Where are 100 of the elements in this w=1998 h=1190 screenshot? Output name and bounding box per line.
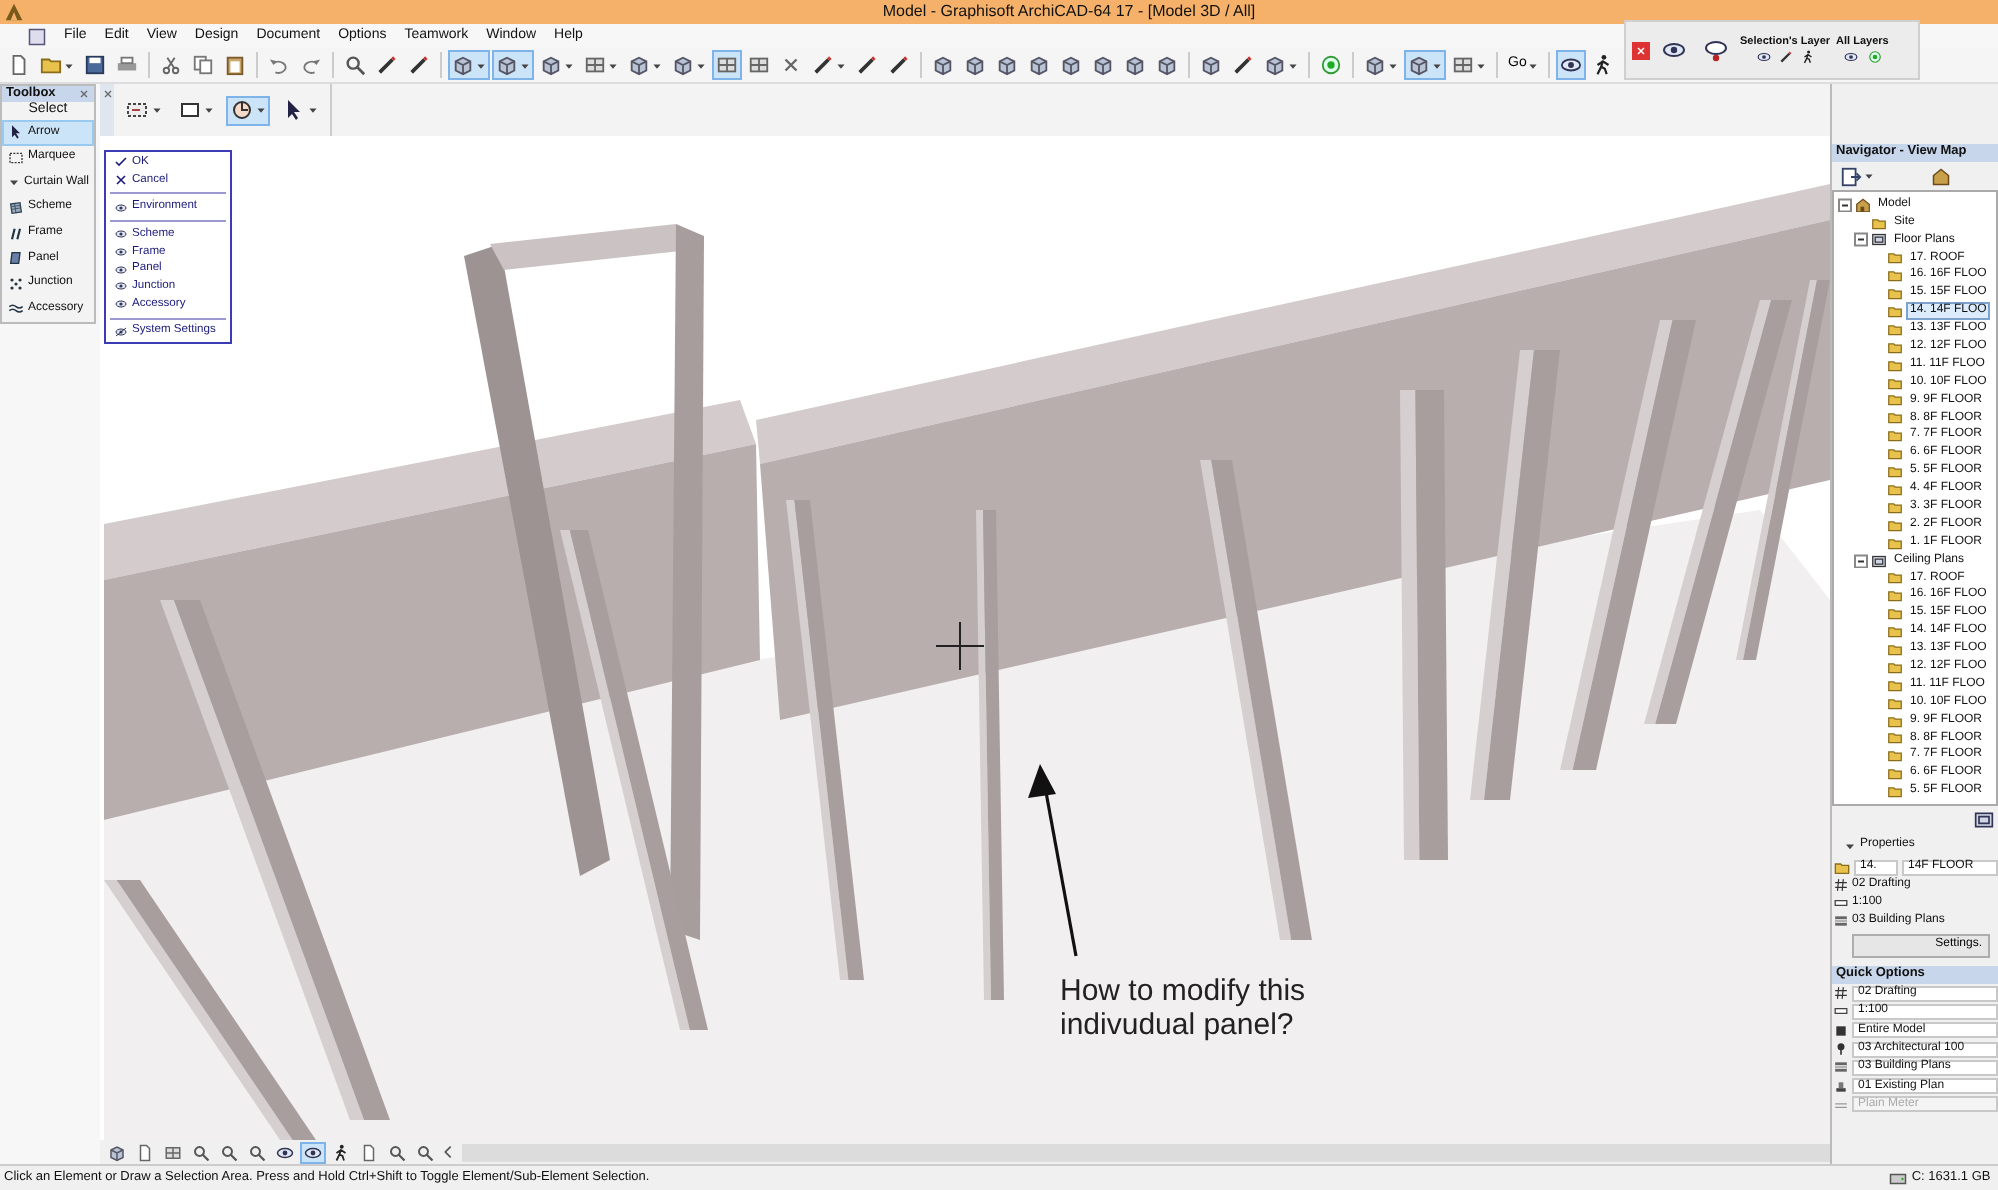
magnifier-button[interactable] [384,1141,410,1163]
pencil-icon [812,54,834,76]
walking-figure-icon [332,1143,350,1161]
close-icon[interactable] [1632,41,1650,59]
cube-icon [1124,54,1146,76]
magnifier-button[interactable] [216,1141,242,1163]
cube-icon [932,54,954,76]
lines-icon [1834,1097,1848,1112]
pencil-icon[interactable] [1777,50,1794,65]
marquee-icon [126,98,150,122]
pin-icon [1834,1042,1848,1057]
rectangle-icon [178,98,202,122]
eye-icon[interactable] [1841,50,1860,65]
eye-icon [114,298,128,311]
target-icon [1320,54,1342,76]
redo-icon [300,54,322,76]
plan-folder-icon [1870,553,1888,568]
printer-icon [116,54,138,76]
collapse-toggle-icon[interactable] [1838,197,1852,213]
grid-button[interactable] [160,1141,186,1163]
cross-icon [114,174,128,187]
chevron-left-icon[interactable] [440,1144,456,1160]
eye-icon [114,201,128,214]
eye-icon[interactable] [1755,50,1772,65]
pencil-icon [376,54,398,76]
dots-icon [8,275,24,292]
magnifier-icon [388,1143,406,1161]
cube-icon [1156,54,1178,76]
ruler-icon [1834,896,1848,910]
eye-icon [304,1143,322,1161]
check-icon [114,156,128,169]
page-icon [8,54,30,76]
cube-button[interactable] [492,50,534,80]
eye-icon [114,228,128,241]
cube-icon [964,54,986,76]
ruler-icon [1834,1004,1848,1019]
cross-icon [780,54,802,76]
caret-icon[interactable] [8,174,20,191]
annotation-text: How to modify this indivudual panel? [1060,974,1308,1043]
cube-icon [452,54,474,76]
eye-button[interactable] [1556,50,1587,80]
building-icon [1854,197,1872,213]
grid-button[interactable] [712,50,742,80]
cube-icon [496,54,518,76]
magnifier-icon [416,1143,434,1161]
grid-icon [584,54,606,76]
eye-icon [114,280,128,293]
dashed-rectangle-icon [8,149,24,166]
close-icon[interactable] [78,88,90,100]
magnifier-icon [220,1143,238,1161]
plan-folder-icon[interactable] [1974,810,1994,830]
cube-icon [628,54,650,76]
cube-icon [1364,54,1386,76]
eye-icon [1660,38,1688,62]
horizontal-scrollbar[interactable] [462,1143,1830,1161]
eye-icon [1560,54,1583,76]
magnifier-icon [192,1143,210,1161]
eye-button[interactable] [300,1141,326,1163]
eye-icon [114,246,128,259]
target-button[interactable] [1316,50,1346,80]
window-title: Model - Graphisoft ArchiCAD-64 17 - [Model 3D / All] [880,2,1258,22]
wavy-lines-icon [8,300,24,317]
collapse-toggle-icon[interactable] [1854,553,1868,568]
copy-button[interactable] [188,50,218,80]
caret-icon[interactable] [1844,838,1856,854]
magnifier-button[interactable] [244,1141,270,1163]
info-box-button[interactable] [226,95,270,125]
hash-icon [1834,986,1848,1001]
cube-icon [108,1143,126,1161]
eye-icon [276,1143,294,1161]
double-slash-icon [8,225,24,242]
cursor-icon [282,98,306,122]
collapse-toggle-icon[interactable] [1854,232,1868,248]
magnifier-icon [248,1143,266,1161]
cube-icon [1200,54,1222,76]
cube-icon [996,54,1018,76]
grid-icon [1452,54,1474,76]
grid-icon [716,54,738,76]
copy-icon [192,54,214,76]
parallelogram-icon [8,250,24,267]
square-icon [1834,1023,1848,1038]
magnifier-button[interactable] [188,1141,214,1163]
cube-icon [1264,54,1286,76]
folder-icon [1870,215,1888,231]
plan-folder-icon [1870,232,1888,248]
undo-icon [268,54,290,76]
cube-button[interactable] [448,50,490,80]
clipboard-icon [224,54,246,76]
palette-grip[interactable] [100,84,114,136]
building-icon[interactable] [1932,167,1950,185]
magnifier-button[interactable] [412,1141,438,1163]
walking-figure-icon[interactable] [1799,50,1816,65]
pencil-icon [408,54,430,76]
floppy-disk-button[interactable] [80,50,110,80]
scissors-icon [160,54,182,76]
cube-button[interactable] [1404,50,1446,80]
close-icon[interactable] [101,88,113,100]
pencil-icon [856,54,878,76]
cube-button[interactable] [104,1141,130,1163]
eye-icon [114,325,128,338]
